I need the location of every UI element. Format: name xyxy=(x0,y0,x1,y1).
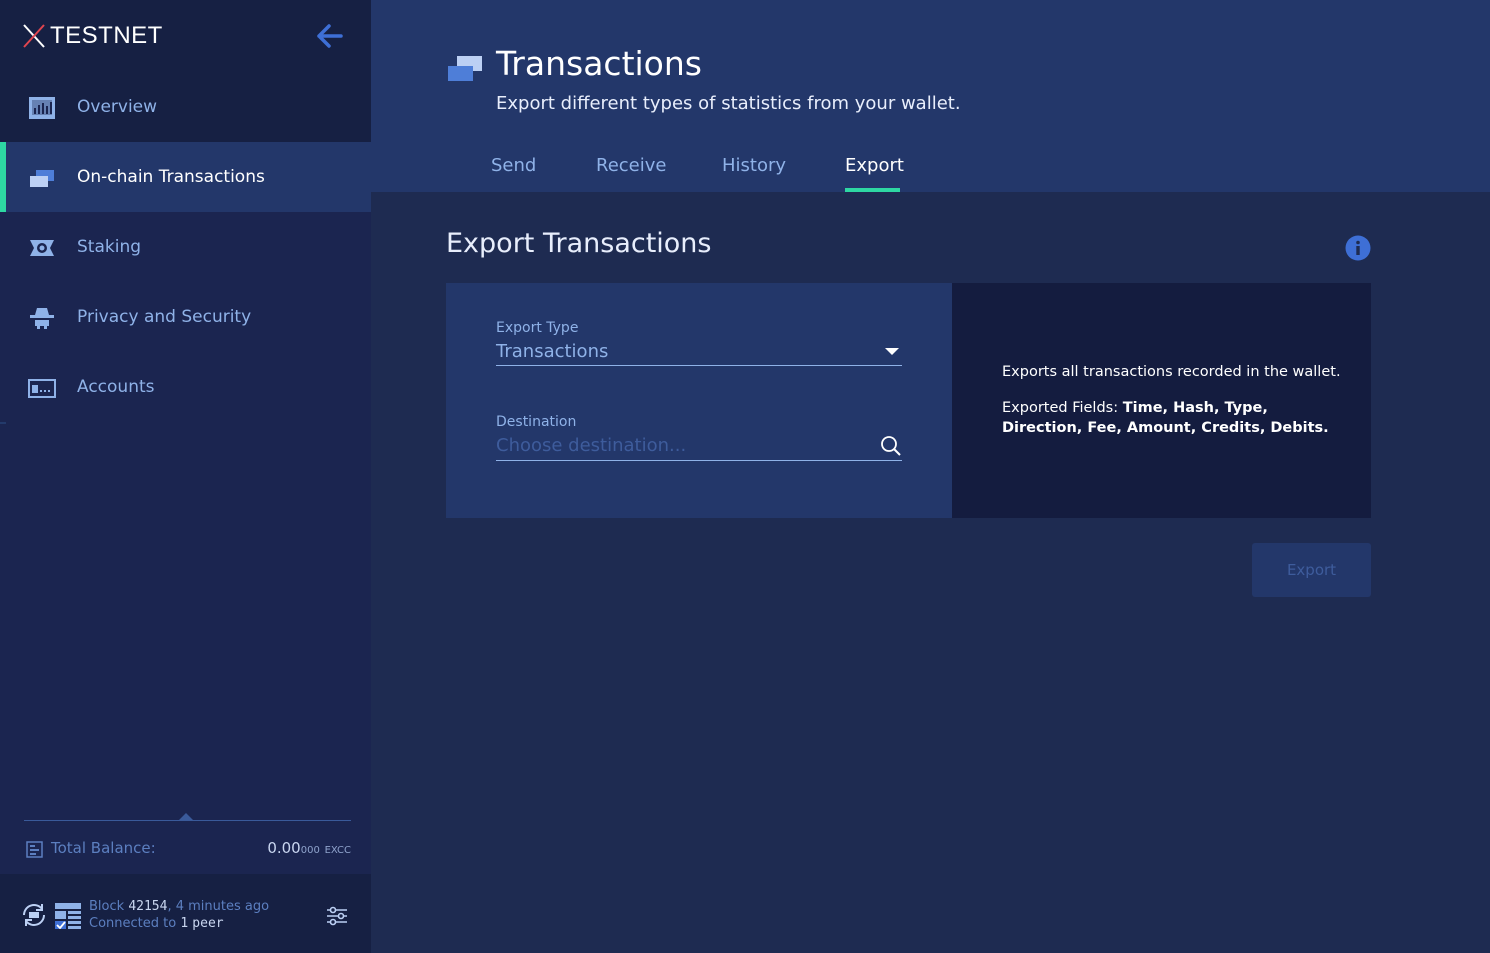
exported-fields-label: Exported Fields: xyxy=(1002,400,1119,416)
balance-label: Total Balance: xyxy=(51,839,156,857)
sidebar-item-staking[interactable]: Staking xyxy=(0,212,371,282)
active-tab-indicator xyxy=(845,188,900,192)
sidebar-item-transactions[interactable]: On-chain Transactions xyxy=(0,142,371,212)
x-logo-icon xyxy=(23,24,45,48)
arrow-left-icon xyxy=(317,24,343,48)
balance-value: 0.00000 EXCC xyxy=(267,839,351,857)
wallet-icon xyxy=(26,841,43,858)
page-title: Transactions xyxy=(496,44,702,83)
sidebar-item-overview[interactable]: Overview xyxy=(0,72,371,142)
transactions-header-icon xyxy=(448,56,482,81)
connected-label: Connected to xyxy=(89,916,177,931)
balance-value-small: 000 xyxy=(300,845,320,856)
block-age: , 4 minutes ago xyxy=(167,899,270,914)
blockchain-status-icon xyxy=(55,903,81,929)
tab-export[interactable]: Export xyxy=(845,155,904,176)
transactions-icon xyxy=(30,170,54,187)
sync-icon[interactable] xyxy=(20,901,48,929)
sidebar-item-label: Overview xyxy=(77,97,158,117)
sidebar-nav: Overview On-chain Transactions Staking P… xyxy=(0,72,371,422)
overview-icon xyxy=(29,97,55,119)
network-label: TESTNET xyxy=(50,22,163,49)
block-label: Block xyxy=(89,899,125,914)
sidebar-item-accounts[interactable]: Accounts xyxy=(0,352,371,422)
balance-caret xyxy=(179,813,193,820)
accounts-icon xyxy=(28,379,56,398)
exported-fields: Exported Fields: Time, Hash, Type, Direc… xyxy=(1002,398,1342,438)
destination-label: Destination xyxy=(496,414,577,430)
destination-underline xyxy=(496,460,902,461)
logo-bar: TESTNET xyxy=(0,0,371,72)
balance-unit: EXCC xyxy=(324,845,351,856)
export-type-label: Export Type xyxy=(496,320,579,336)
balance-divider xyxy=(24,820,351,821)
chevron-down-icon xyxy=(885,348,899,355)
section-title: Export Transactions xyxy=(446,228,712,259)
logo: TESTNET xyxy=(22,22,163,50)
info-icon[interactable] xyxy=(1345,235,1371,261)
sidebar-item-label: Staking xyxy=(77,237,142,257)
tab-send[interactable]: Send xyxy=(491,155,536,176)
search-icon[interactable] xyxy=(880,435,902,457)
sidebar-item-label: On-chain Transactions xyxy=(77,167,265,187)
peer-count: 1 xyxy=(180,916,189,931)
collapse-sidebar-button[interactable] xyxy=(313,20,347,52)
destination-placeholder: Choose destination... xyxy=(496,435,687,456)
page-subtitle: Export different types of statistics fro… xyxy=(496,93,961,114)
balance-value-main: 0.00 xyxy=(267,839,301,857)
peer-status: Connected to 1 peer xyxy=(89,915,269,932)
tab-receive[interactable]: Receive xyxy=(596,155,666,176)
peer-word: peer xyxy=(192,916,224,931)
export-type-value: Transactions xyxy=(496,341,609,362)
total-balance: Total Balance: 0.00000 EXCC xyxy=(24,836,351,862)
export-form-panel xyxy=(446,283,952,518)
status-bar: Block 42154, 4 minutes ago Connected to … xyxy=(0,874,371,953)
block-status: Block 42154, 4 minutes ago xyxy=(89,898,269,915)
tab-history[interactable]: History xyxy=(722,155,786,176)
settings-sliders-icon[interactable] xyxy=(325,904,349,928)
sidebar-item-label: Accounts xyxy=(77,377,155,397)
privacy-icon xyxy=(30,308,54,329)
sidebar: TESTNET Overview On-chain Transactions S… xyxy=(0,0,371,953)
sidebar-item-label: Privacy and Security xyxy=(77,307,252,327)
export-description: Exports all transactions recorded in the… xyxy=(1002,364,1341,380)
block-number: 42154 xyxy=(128,899,168,914)
staking-icon xyxy=(30,240,54,256)
export-type-underline xyxy=(496,365,902,366)
destination-field[interactable]: Choose destination... xyxy=(496,434,902,460)
status-text: Block 42154, 4 minutes ago Connected to … xyxy=(89,898,269,932)
export-button[interactable]: Export xyxy=(1252,543,1371,597)
export-type-select[interactable]: Transactions xyxy=(496,340,902,366)
sidebar-item-privacy[interactable]: Privacy and Security xyxy=(0,282,371,352)
